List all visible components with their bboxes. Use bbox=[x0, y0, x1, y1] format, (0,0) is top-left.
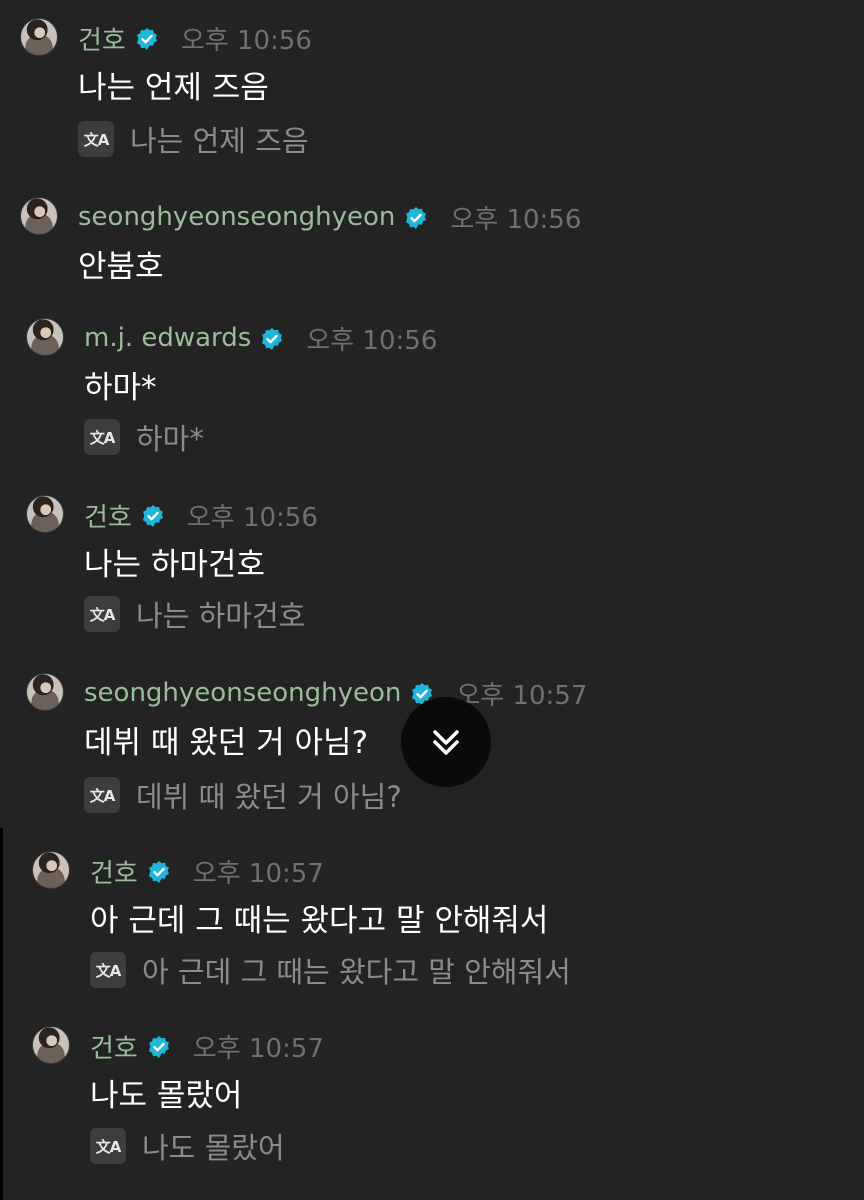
scroll-to-bottom-button[interactable] bbox=[401, 697, 491, 787]
verified-badge-icon bbox=[148, 1036, 169, 1058]
timestamp: 오후 10:56 bbox=[450, 204, 582, 235]
timestamp: 오후 10:56 bbox=[186, 502, 318, 533]
translation-text: 아 근데 그 때는 왔다고 말 안해줘서 bbox=[142, 955, 571, 989]
translation-text: 나는 하마건호 bbox=[136, 599, 306, 633]
message-text: 아 근데 그 때는 왔다고 말 안해줘서 bbox=[90, 903, 549, 939]
verified-badge-icon bbox=[262, 328, 283, 350]
timestamp: 오후 10:56 bbox=[306, 325, 438, 356]
translate-icon: 文A bbox=[90, 952, 126, 988]
translation-text: 하마* bbox=[136, 422, 204, 456]
message-text: 나는 언제 즈음 bbox=[78, 70, 269, 106]
translation-text: 나는 언제 즈음 bbox=[130, 124, 309, 158]
translation-text: 나도 몰랐어 bbox=[142, 1131, 285, 1165]
avatar[interactable] bbox=[32, 1026, 70, 1064]
message-text: 데뷔 때 왔던 거 아님? bbox=[84, 725, 369, 761]
avatar[interactable] bbox=[32, 851, 70, 889]
verified-badge-icon bbox=[406, 207, 427, 229]
verified-badge-icon bbox=[142, 505, 163, 527]
translate-icon: 文A bbox=[84, 419, 120, 455]
author-name[interactable]: seonghyeonseonghyeon bbox=[78, 202, 395, 232]
verified-badge-icon bbox=[136, 28, 157, 50]
avatar[interactable] bbox=[26, 495, 64, 533]
author-name[interactable]: 건호 bbox=[90, 853, 138, 890]
translation-row[interactable]: 文A 하마* bbox=[84, 416, 204, 458]
verified-badge-icon bbox=[148, 861, 169, 883]
message-text: 안붐호 bbox=[78, 249, 164, 285]
author-name[interactable]: seonghyeonseonghyeon bbox=[84, 678, 401, 708]
translation-row[interactable]: 文A 아 근데 그 때는 왔다고 말 안해줘서 bbox=[90, 949, 571, 991]
message-text: 나는 하마건호 bbox=[84, 547, 265, 583]
translation-row[interactable]: 文A 데뷔 때 왔던 거 아님? bbox=[84, 774, 402, 816]
translation-row[interactable]: 文A 나는 하마건호 bbox=[84, 593, 305, 635]
timestamp: 오후 10:56 bbox=[180, 25, 312, 56]
translation-row[interactable]: 文A 나도 몰랐어 bbox=[90, 1125, 285, 1167]
timestamp: 오후 10:57 bbox=[192, 1033, 324, 1064]
author-name[interactable]: m.j. edwards bbox=[84, 323, 251, 353]
avatar[interactable] bbox=[20, 18, 58, 56]
message-text: 하마* bbox=[84, 370, 157, 406]
translation-text: 데뷔 때 왔던 거 아님? bbox=[136, 780, 402, 814]
selected-message-indicator bbox=[0, 828, 3, 1200]
author-name[interactable]: 건호 bbox=[90, 1028, 138, 1065]
timestamp: 오후 10:57 bbox=[192, 858, 324, 889]
author-name[interactable]: 건호 bbox=[84, 497, 132, 534]
avatar[interactable] bbox=[20, 197, 58, 235]
translate-icon: 文A bbox=[84, 596, 120, 632]
translate-icon: 文A bbox=[78, 121, 114, 157]
avatar[interactable] bbox=[26, 673, 64, 711]
avatar[interactable] bbox=[26, 318, 64, 356]
author-name[interactable]: 건호 bbox=[78, 20, 126, 57]
translation-row[interactable]: 文A 나는 언제 즈음 bbox=[78, 118, 309, 160]
message-text: 나도 몰랐어 bbox=[90, 1078, 243, 1114]
translate-icon: 文A bbox=[90, 1128, 126, 1164]
translate-icon: 文A bbox=[84, 777, 120, 813]
timestamp: 오후 10:57 bbox=[456, 680, 588, 711]
chevrons-down-icon bbox=[433, 730, 459, 755]
